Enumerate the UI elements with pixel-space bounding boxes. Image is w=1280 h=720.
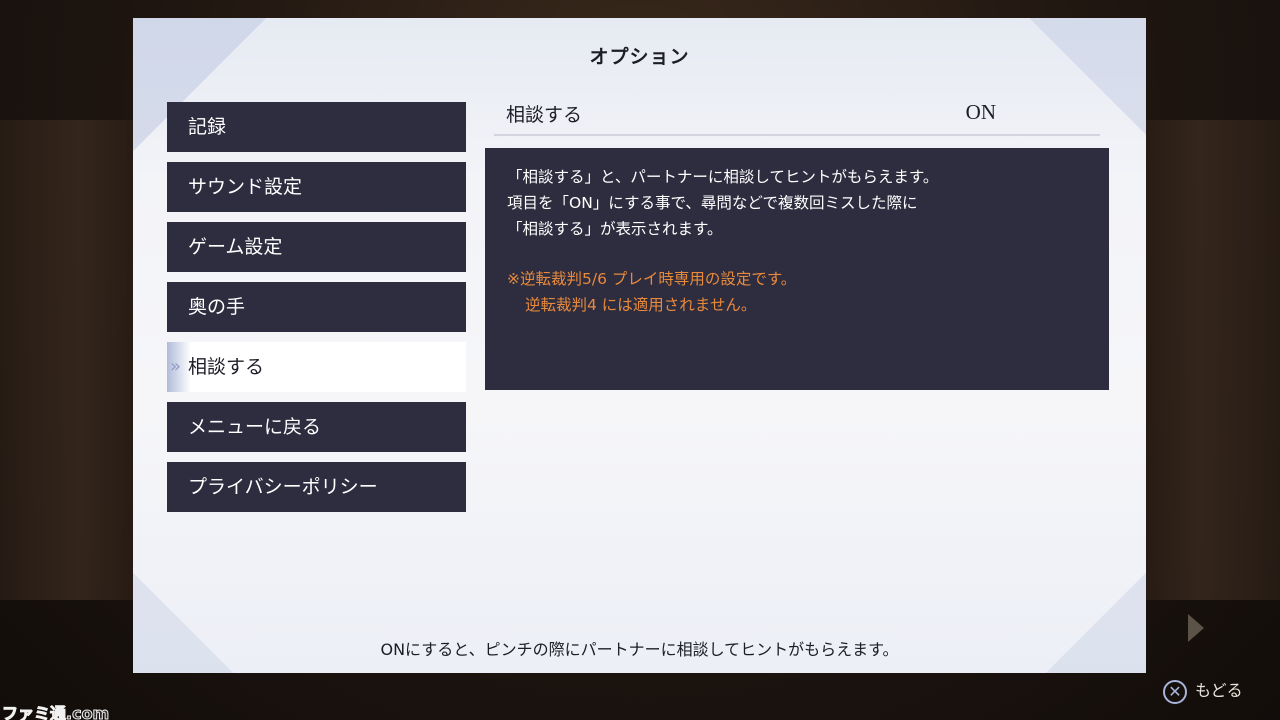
setting-value-toggle[interactable]: ON [966, 100, 996, 125]
options-menu: 記録 サウンド設定 ゲーム設定 奥の手 » 相談する メニューに戻る プライバシ… [167, 102, 466, 522]
selection-chevron-icon: » [170, 356, 182, 377]
menu-item-record[interactable]: 記録 [167, 102, 466, 152]
advance-arrow-icon [1188, 614, 1204, 642]
menu-item-sound-settings[interactable]: サウンド設定 [167, 162, 466, 212]
help-text: ONにすると、ピンチの際にパートナーに相談してヒントがもらえます。 [380, 640, 899, 659]
menu-item-game-settings[interactable]: ゲーム設定 [167, 222, 466, 272]
menu-item-label: 記録 [188, 116, 227, 138]
description-box: 「相談する」と、パートナーに相談してヒントがもらえます。 項目を「ON」にする事… [485, 148, 1109, 390]
back-prompt[interactable]: ✕ もどる [1163, 678, 1243, 704]
back-label: もどる [1195, 681, 1243, 700]
menu-item-label: プライバシーポリシー [188, 476, 378, 498]
watermark-logo: ファミ通.com [1, 704, 110, 720]
description-line: 「相談する」が表示されます。 [507, 220, 723, 238]
cross-button-icon: ✕ [1163, 679, 1187, 704]
menu-item-label: 奥の手 [188, 296, 246, 318]
description-note: ※逆転裁判5/6 プレイ時専用の設定です。 [507, 270, 797, 288]
description-line: 項目を「ON」にする事で、尋問などで複数回ミスした際に [507, 194, 918, 212]
menu-item-label: ゲーム設定 [188, 236, 283, 258]
menu-item-consult[interactable]: » 相談する [167, 342, 466, 392]
background-pillar-left [0, 120, 133, 600]
menu-item-label: メニューに戻る [188, 416, 322, 438]
menu-item-label: サウンド設定 [188, 176, 303, 198]
menu-item-privacy-policy[interactable]: プライバシーポリシー [167, 462, 466, 512]
menu-item-trump-card[interactable]: 奥の手 [167, 282, 466, 332]
setting-label: 相談する [506, 104, 583, 126]
options-panel: オプション 記録 サウンド設定 ゲーム設定 奥の手 » 相談する メニューに戻る… [133, 18, 1146, 673]
menu-item-return-to-menu[interactable]: メニューに戻る [167, 402, 466, 452]
menu-item-label: 相談する [188, 356, 265, 378]
description-note: 逆転裁判4 には適用されません。 [525, 296, 757, 314]
panel-title: オプション [589, 46, 690, 68]
description-line: 「相談する」と、パートナーに相談してヒントがもらえます。 [507, 168, 939, 186]
setting-row-consult[interactable]: 相談する ON [494, 98, 1100, 136]
background-pillar-right [1146, 120, 1280, 600]
